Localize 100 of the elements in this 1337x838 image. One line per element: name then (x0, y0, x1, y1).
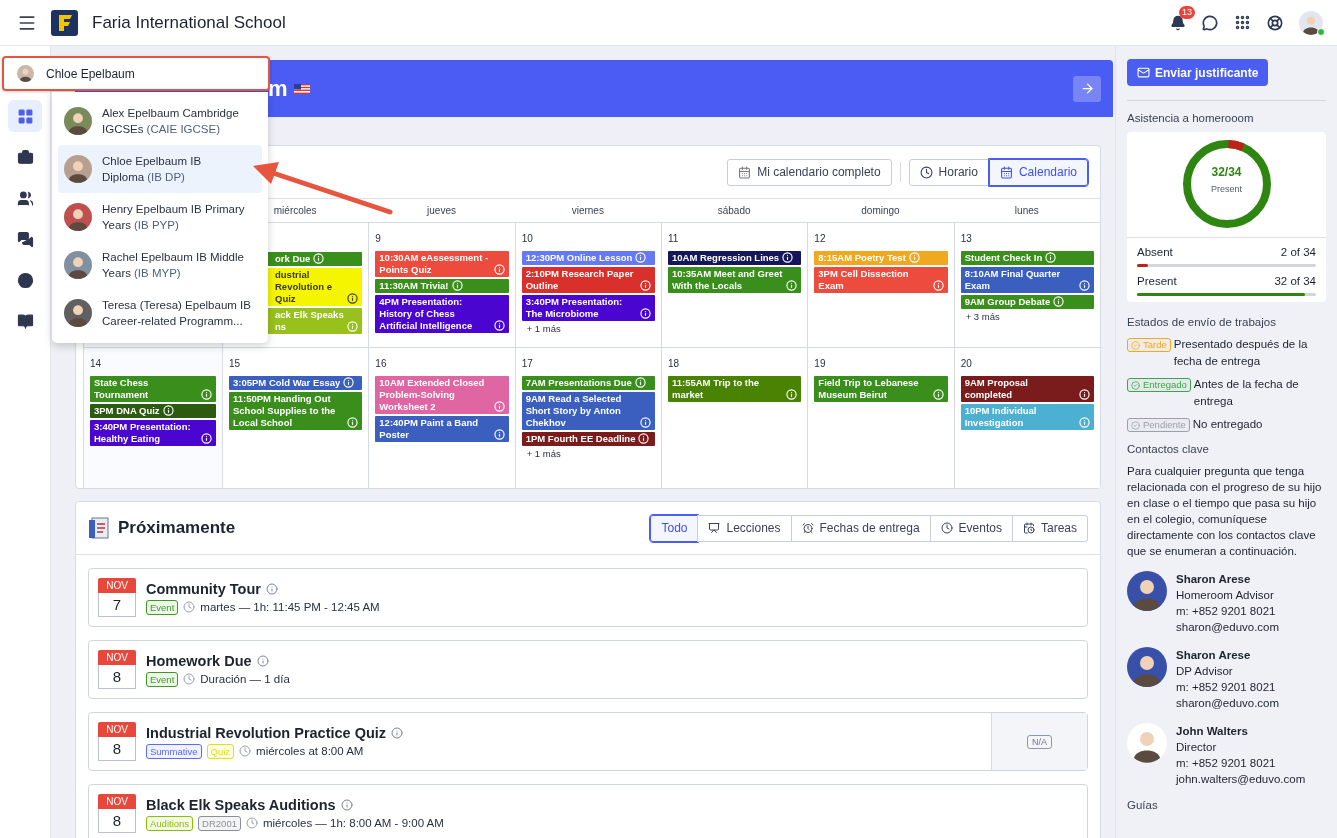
contacts-intro: Para cualquier pregunta que tenga relacionada con el progreso de su hijo en clase o el tiempo que pasa su hijo en el colegio, comuníquese directamente con los contactos clave que se enumeran a continuación. (1127, 464, 1323, 559)
online-status-icon (1317, 27, 1325, 36)
dashboard-icon (16, 107, 34, 125)
student-avatar (64, 299, 92, 327)
date-number: 16 (375, 358, 388, 369)
more-link[interactable]: + 1 más (521, 323, 655, 334)
event-title: Student Check In (964, 252, 1043, 264)
calendar-event[interactable]: Field Trip to Lebanese Museum Beirut (814, 376, 948, 402)
apps-icon[interactable] (1234, 14, 1251, 31)
calendar-event[interactable]: 7AM Presentations Due (521, 376, 655, 390)
view-tab[interactable]: Horario (908, 158, 989, 186)
school-logo (51, 9, 78, 36)
item-title[interactable]: Homework Due (146, 652, 252, 669)
status-description: Antes de la fecha de entrega (1193, 377, 1300, 409)
more-link[interactable]: + 3 más (960, 311, 1094, 322)
event-title: Field Trip to Lebanese Museum Beirut (818, 377, 920, 401)
calendar-event[interactable]: Student Check In (960, 251, 1094, 265)
calendar-event[interactable]: 4PM Presentation: History of Chess Artificial Intelligence (375, 295, 509, 333)
contact-email[interactable]: sharon@eduvo.com (1176, 619, 1280, 635)
filter-tab[interactable]: Lecciones (697, 514, 792, 542)
event-title: 8:15AM Poetry Test (818, 252, 906, 264)
event-title: 11:50PM Handing Out School Supplies to the Local School (233, 393, 337, 429)
calendar-event[interactable]: 3:40PM Presentation: Healthy Eating (90, 420, 216, 446)
contact-email[interactable]: sharon@eduvo.com (1176, 695, 1280, 711)
attendance-label: Absent (1137, 246, 1173, 258)
event-title: 3:40PM Presentation: Healthy Eating (94, 421, 192, 445)
calendar-event[interactable]: 12:30PM Online Lesson (521, 251, 655, 265)
student-switcher[interactable]: Chloe Epelbaum (2, 56, 270, 91)
date-number: 20 (960, 358, 973, 369)
date-number: 13 (960, 233, 973, 244)
info-icon[interactable] (347, 293, 359, 304)
event-title: 10AM Extended Closed Problem-Solving Worksheet 2 (379, 377, 486, 413)
contact-role: DP Advisor (1176, 664, 1234, 679)
more-link[interactable]: + 1 más (521, 448, 655, 459)
calendar-event[interactable]: 8:10AM Final Quarter Exam (960, 267, 1094, 293)
status-description: Presentado después de la fecha de entrega (1173, 337, 1309, 369)
calendar-event[interactable]: 9AM Read a Selected Short Story by Anton Chekhov (521, 392, 655, 430)
calendar-event[interactable]: 3:05PM Cold War Essay (229, 376, 363, 390)
clock-icon (183, 673, 196, 685)
open-button[interactable] (1073, 75, 1101, 102)
student-option-label: Henry Epelbaum IB Primary Years (IB PYP) (102, 202, 246, 233)
section-title: Próximamente (118, 518, 236, 538)
weekday-label: sábado (717, 205, 751, 216)
calendar-event[interactable]: 11:50PM Handing Out School Supplies to the Local School (229, 392, 363, 430)
filter-tab[interactable]: Todo (650, 514, 699, 542)
event-title: dustrial Revolution e Quiz (275, 269, 333, 305)
view-tab[interactable]: Calendario (988, 158, 1088, 186)
student-option-label: Chloe Epelbaum IB Diploma (IB DP) (102, 154, 203, 185)
calendar-event[interactable]: 10:35AM Meet and Greet With the Locals (668, 267, 802, 293)
calendar-event[interactable]: State Chess Tournament (90, 376, 216, 402)
date-number: 14 (90, 358, 103, 369)
event-title: 4PM Presentation: History of Chess Artificial Intelligence (379, 296, 474, 332)
filter-tab[interactable]: Tareas (1011, 514, 1088, 542)
notifications-icon[interactable] (1170, 14, 1186, 31)
calendar-event[interactable]: 12:40PM Paint a Band Poster (375, 416, 509, 442)
student-option[interactable]: Alex Epelbaum Cambridge IGCSEs (CAIE IGCSE) (58, 97, 262, 145)
contact-email[interactable]: john.walters@eduvo.com (1176, 771, 1306, 787)
student-avatar (64, 155, 92, 183)
calendar-icon (738, 165, 752, 179)
chat-icon (16, 230, 34, 248)
avatar (1127, 723, 1167, 763)
filter-tab[interactable]: Fechas de entrega (790, 514, 931, 542)
calendar-event[interactable]: 3PM DNA Quiz (90, 404, 216, 418)
full-calendar-button[interactable]: Mi calendario completo (727, 158, 892, 186)
calendar-event[interactable]: 3PM Cell Dissection Exam (814, 267, 948, 293)
student-option[interactable]: Chloe Epelbaum IB Diploma (IB DP) (58, 145, 262, 193)
calendar-event[interactable]: 10:30AM eAssessment - Points Quiz (375, 251, 509, 277)
calendar-event[interactable]: 1PM Fourth EE Deadline (521, 432, 655, 446)
item-time: miércoles — 1h: 8:00 AM - 9:00 AM (262, 817, 444, 829)
item-title[interactable]: Industrial Revolution Practice Quiz (146, 724, 387, 741)
calendar-event[interactable]: 9AM Proposal completed (960, 376, 1094, 402)
item-title[interactable]: Black Elk Speaks Auditions (146, 796, 336, 813)
contact-role: Homeroom Advisor (1176, 588, 1275, 603)
selected-student: Chloe Epelbaum (46, 66, 135, 81)
calendar-event[interactable]: 2:10PM Research Paper Outline (521, 267, 655, 293)
event-title: 3:05PM Cold War Essay (233, 377, 341, 389)
student-avatar (64, 251, 92, 279)
contact-role: Director (1176, 740, 1218, 755)
send-excuse-button[interactable]: Enviar justificante (1127, 59, 1269, 86)
filter-tab[interactable]: Eventos (929, 514, 1013, 542)
calendar-event[interactable]: 11:30AM Trivia! (375, 279, 509, 293)
event-title: 8:10AM Final Quarter Exam (964, 268, 1062, 292)
avatar (1127, 647, 1167, 687)
attendance-caption: Present (1211, 184, 1242, 194)
calendar-event[interactable]: 3:40PM Presentation: The Microbiome (521, 295, 655, 321)
student-option-label: Alex Epelbaum Cambridge IGCSEs (CAIE IGCSE) (102, 106, 240, 137)
item-title[interactable]: Community Tour (146, 580, 261, 597)
event-title: 10:30AM eAssessment - Points Quiz (379, 252, 490, 276)
notification-count: 13 (1179, 5, 1195, 19)
student-option[interactable]: Henry Epelbaum IB Primary Years (IB PYP) (58, 193, 262, 241)
status-badge: Entregado (1127, 378, 1191, 392)
attendance-fraction: 32/34 (1211, 165, 1242, 179)
status-label: N/A (1027, 734, 1052, 749)
briefcase-icon (16, 148, 34, 166)
help-icon[interactable] (1267, 14, 1283, 31)
chat-icon[interactable] (1202, 14, 1218, 31)
presentation-icon (708, 522, 721, 534)
calendar-event[interactable]: 10AM Regression Lines (668, 251, 802, 265)
calendar-event[interactable]: 11:55AM Trip to the market (668, 376, 802, 402)
calendar-event[interactable]: 9AM Group Debate (960, 295, 1094, 309)
